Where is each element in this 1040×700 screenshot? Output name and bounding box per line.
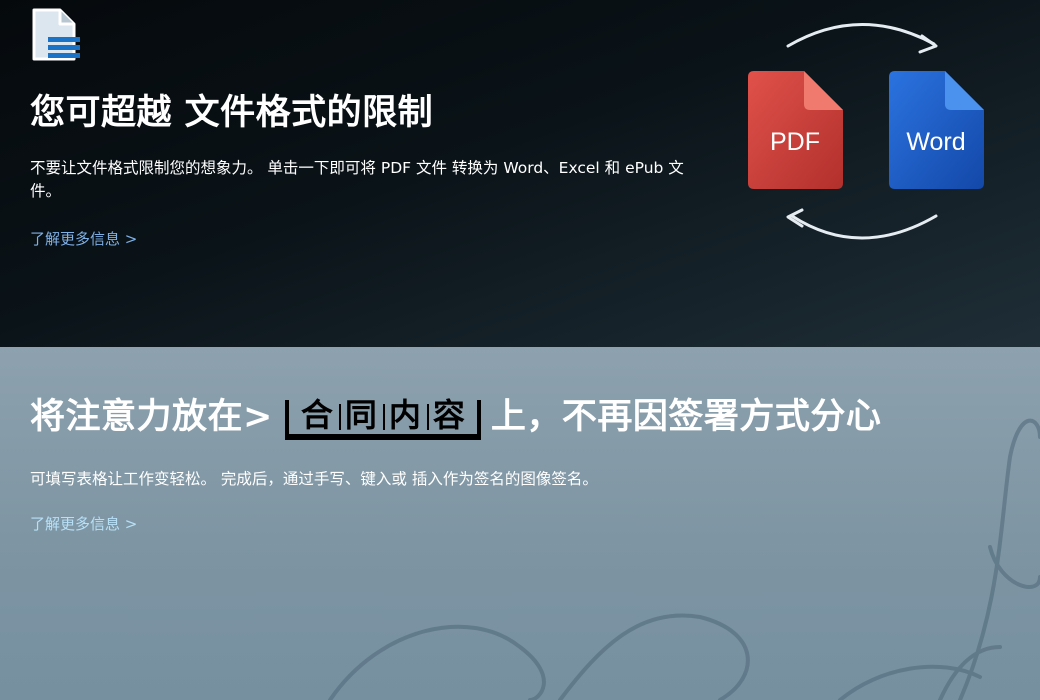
curved-arrow-icon (786, 208, 938, 240)
feature-description: 不要让文件格式限制您的想象力。 单击一下即可将 PDF 文件 转换为 Word、… (30, 159, 684, 200)
word-label: Word (906, 128, 965, 156)
highlight-char: 合 (300, 396, 333, 434)
highlight-char: 同 (338, 390, 383, 436)
curved-arrow-icon (786, 23, 938, 54)
pdf-to-word-graphic: PDF Word (748, 23, 984, 240)
title-suffix: 上，不再因签署方式分心 (490, 396, 882, 437)
pdf-file-icon: PDF (748, 71, 843, 189)
highlight-frame: 合 同 内 容 (284, 386, 481, 440)
document-icon (32, 8, 80, 61)
highlight-char: 容 (426, 390, 471, 436)
pdf-label: PDF (770, 128, 820, 156)
learn-more-link[interactable]: 了解更多信息 > (30, 228, 137, 249)
sign-feature-title: 将注意力放在> 合 同 内 容 上，不再因签署方式分心 (30, 383, 881, 443)
sign-feature-description: 可填写表格让工作变轻松。 完成后，通过手写、键入或 插入作为签名的图像签名。 (30, 470, 598, 488)
feature-convert-section: 您可超越 文件格式的限制 不要让文件格式限制您的想象力。 单击一下即可将 PDF… (0, 0, 1040, 347)
feature-sign-section: 将注意力放在> 合 同 内 容 上，不再因签署方式分心 可填写表格让工作变轻松。… (0, 347, 1040, 700)
word-file-icon: Word (889, 71, 984, 189)
learn-more-link[interactable]: 了解更多信息 > (30, 513, 137, 534)
title-prefix: 将注意力放在> (30, 396, 273, 437)
highlight-char: 内 (382, 390, 427, 436)
feature-title: 您可超越 文件格式的限制 (30, 93, 434, 133)
